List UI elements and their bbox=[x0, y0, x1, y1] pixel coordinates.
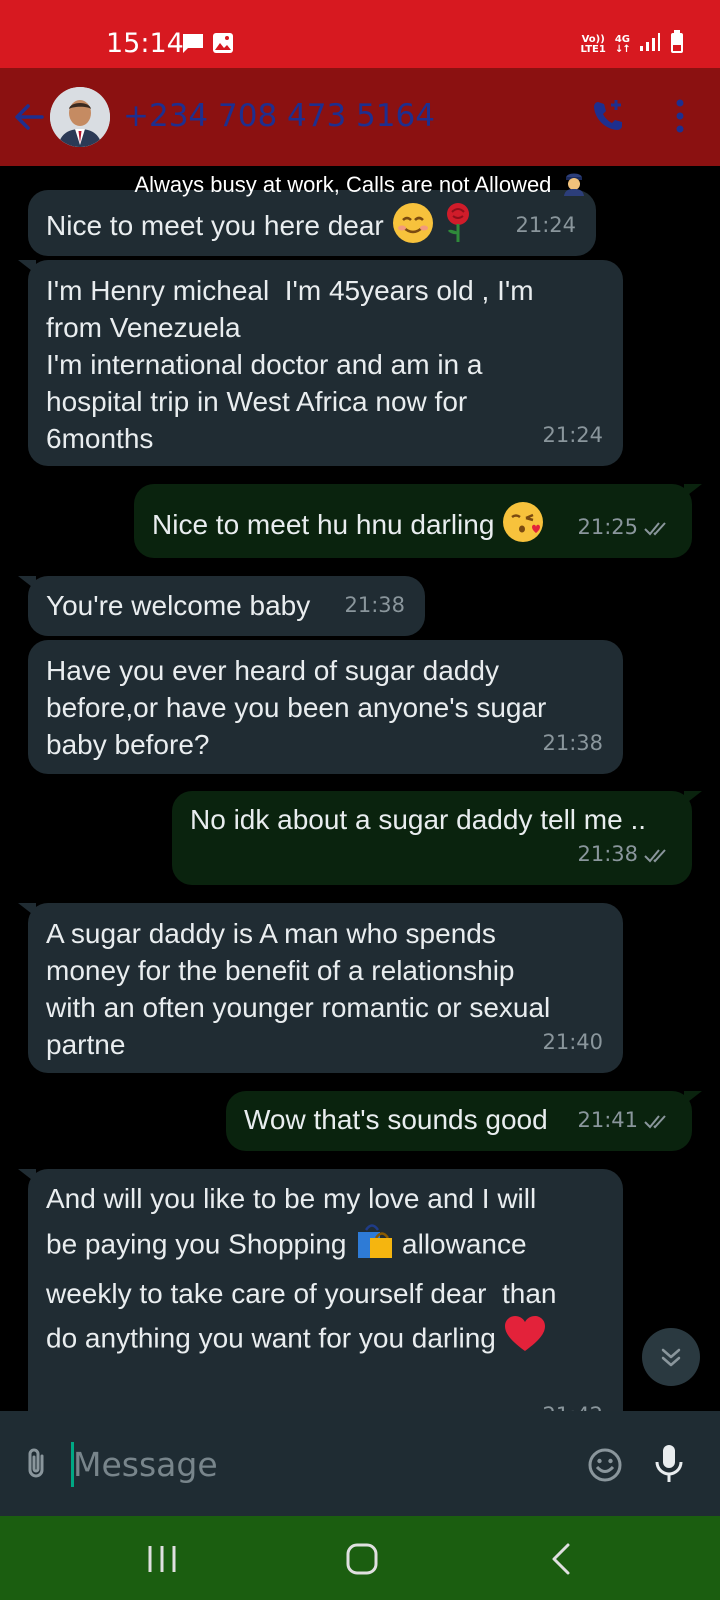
status-bar: 15:14 Vo)) LTE1 4G ↓↑ bbox=[0, 0, 720, 68]
home-icon[interactable] bbox=[345, 1542, 379, 1576]
rose-emoji-icon bbox=[441, 202, 475, 253]
message-bubble-incoming[interactable]: And will you like to be my love and I wi… bbox=[18, 1169, 623, 1411]
message-meta: 21:41 bbox=[577, 1102, 672, 1139]
nav-back-icon[interactable] bbox=[550, 1542, 572, 1576]
status-time: 15:14 bbox=[106, 28, 184, 59]
smiling-face-emoji-icon bbox=[392, 202, 434, 253]
message-meta: 21:24 bbox=[515, 213, 576, 237]
microphone-icon[interactable] bbox=[654, 1444, 684, 1484]
message-bubble-outgoing[interactable]: Nice to meet hu hnu darling 21:25 bbox=[134, 484, 702, 558]
message-bubble-incoming[interactable]: I'm Henry micheal I'm 45years old , I'm … bbox=[18, 260, 623, 466]
message-meta: 21:40 bbox=[542, 1030, 603, 1054]
message-bubble-incoming[interactable]: Have you ever heard of sugar daddy befor… bbox=[28, 640, 623, 774]
message-text: I'm Henry micheal I'm 45years old , I'm … bbox=[46, 275, 534, 454]
message-composer bbox=[0, 1411, 720, 1516]
message-text: Have you ever heard of sugar daddy befor… bbox=[46, 655, 547, 760]
message-text: A sugar daddy is A man who spends money … bbox=[46, 918, 551, 1060]
message-meta: 21:38 bbox=[542, 731, 603, 755]
volte-indicator: Vo)) LTE1 bbox=[580, 33, 606, 55]
double-check-icon bbox=[644, 848, 666, 862]
network-indicator: 4G ↓↑ bbox=[614, 33, 631, 55]
message-bubble-incoming[interactable]: You're welcome baby 21:38 bbox=[18, 576, 425, 636]
more-options-icon[interactable] bbox=[670, 98, 690, 134]
message-meta: 21:25 bbox=[577, 509, 672, 546]
face-blowing-kiss-emoji-icon bbox=[502, 501, 544, 552]
double-check-icon bbox=[644, 521, 666, 535]
recent-apps-icon[interactable] bbox=[146, 1544, 178, 1574]
emoji-icon[interactable] bbox=[587, 1447, 623, 1483]
status-notice: Always busy at work, Calls are not Allow… bbox=[0, 166, 720, 202]
message-text: No idk about a sugar daddy tell me .. bbox=[190, 804, 647, 835]
status-indicators: Vo)) LTE1 4G ↓↑ bbox=[581, 30, 685, 59]
message-text: Nice to meet you here dear bbox=[46, 202, 578, 253]
double-check-icon bbox=[644, 1114, 666, 1128]
add-call-icon[interactable] bbox=[590, 98, 626, 134]
double-chevron-down-icon bbox=[642, 1348, 700, 1390]
message-meta: 21:24 bbox=[542, 423, 603, 447]
scroll-to-bottom-button[interactable] bbox=[642, 1328, 700, 1386]
message-meta: 21:38 bbox=[344, 593, 405, 617]
shopping-bags-emoji-icon bbox=[354, 1220, 394, 1272]
contact-name[interactable]: +234 708 473 5164 bbox=[123, 98, 435, 134]
message-notification-icon bbox=[181, 32, 205, 59]
message-text: And will you like to be my love and I wi… bbox=[46, 1177, 605, 1365]
avatar[interactable] bbox=[50, 87, 110, 147]
message-input[interactable] bbox=[73, 1441, 553, 1487]
signal-icon bbox=[639, 32, 661, 57]
chat-area[interactable]: Always busy at work, Calls are not Allow… bbox=[0, 166, 720, 1411]
chat-header: +234 708 473 5164 bbox=[0, 68, 720, 166]
red-heart-emoji-icon bbox=[504, 1315, 546, 1365]
message-bubble-outgoing[interactable]: No idk about a sugar daddy tell me .. 21… bbox=[172, 791, 702, 885]
battery-icon bbox=[670, 30, 684, 59]
message-meta: 21:38 bbox=[577, 836, 672, 873]
message-bubble-outgoing[interactable]: Wow that's sounds good 21:41 bbox=[226, 1091, 702, 1151]
gallery-notification-icon bbox=[212, 32, 234, 59]
message-meta: 21:42 bbox=[542, 1394, 603, 1411]
police-officer-emoji-icon bbox=[562, 170, 586, 202]
message-bubble-incoming[interactable]: A sugar daddy is A man who spends money … bbox=[18, 903, 623, 1073]
system-navigation-bar bbox=[0, 1516, 720, 1600]
attachment-paperclip-icon[interactable] bbox=[22, 1446, 50, 1482]
back-arrow-icon[interactable] bbox=[12, 100, 46, 134]
